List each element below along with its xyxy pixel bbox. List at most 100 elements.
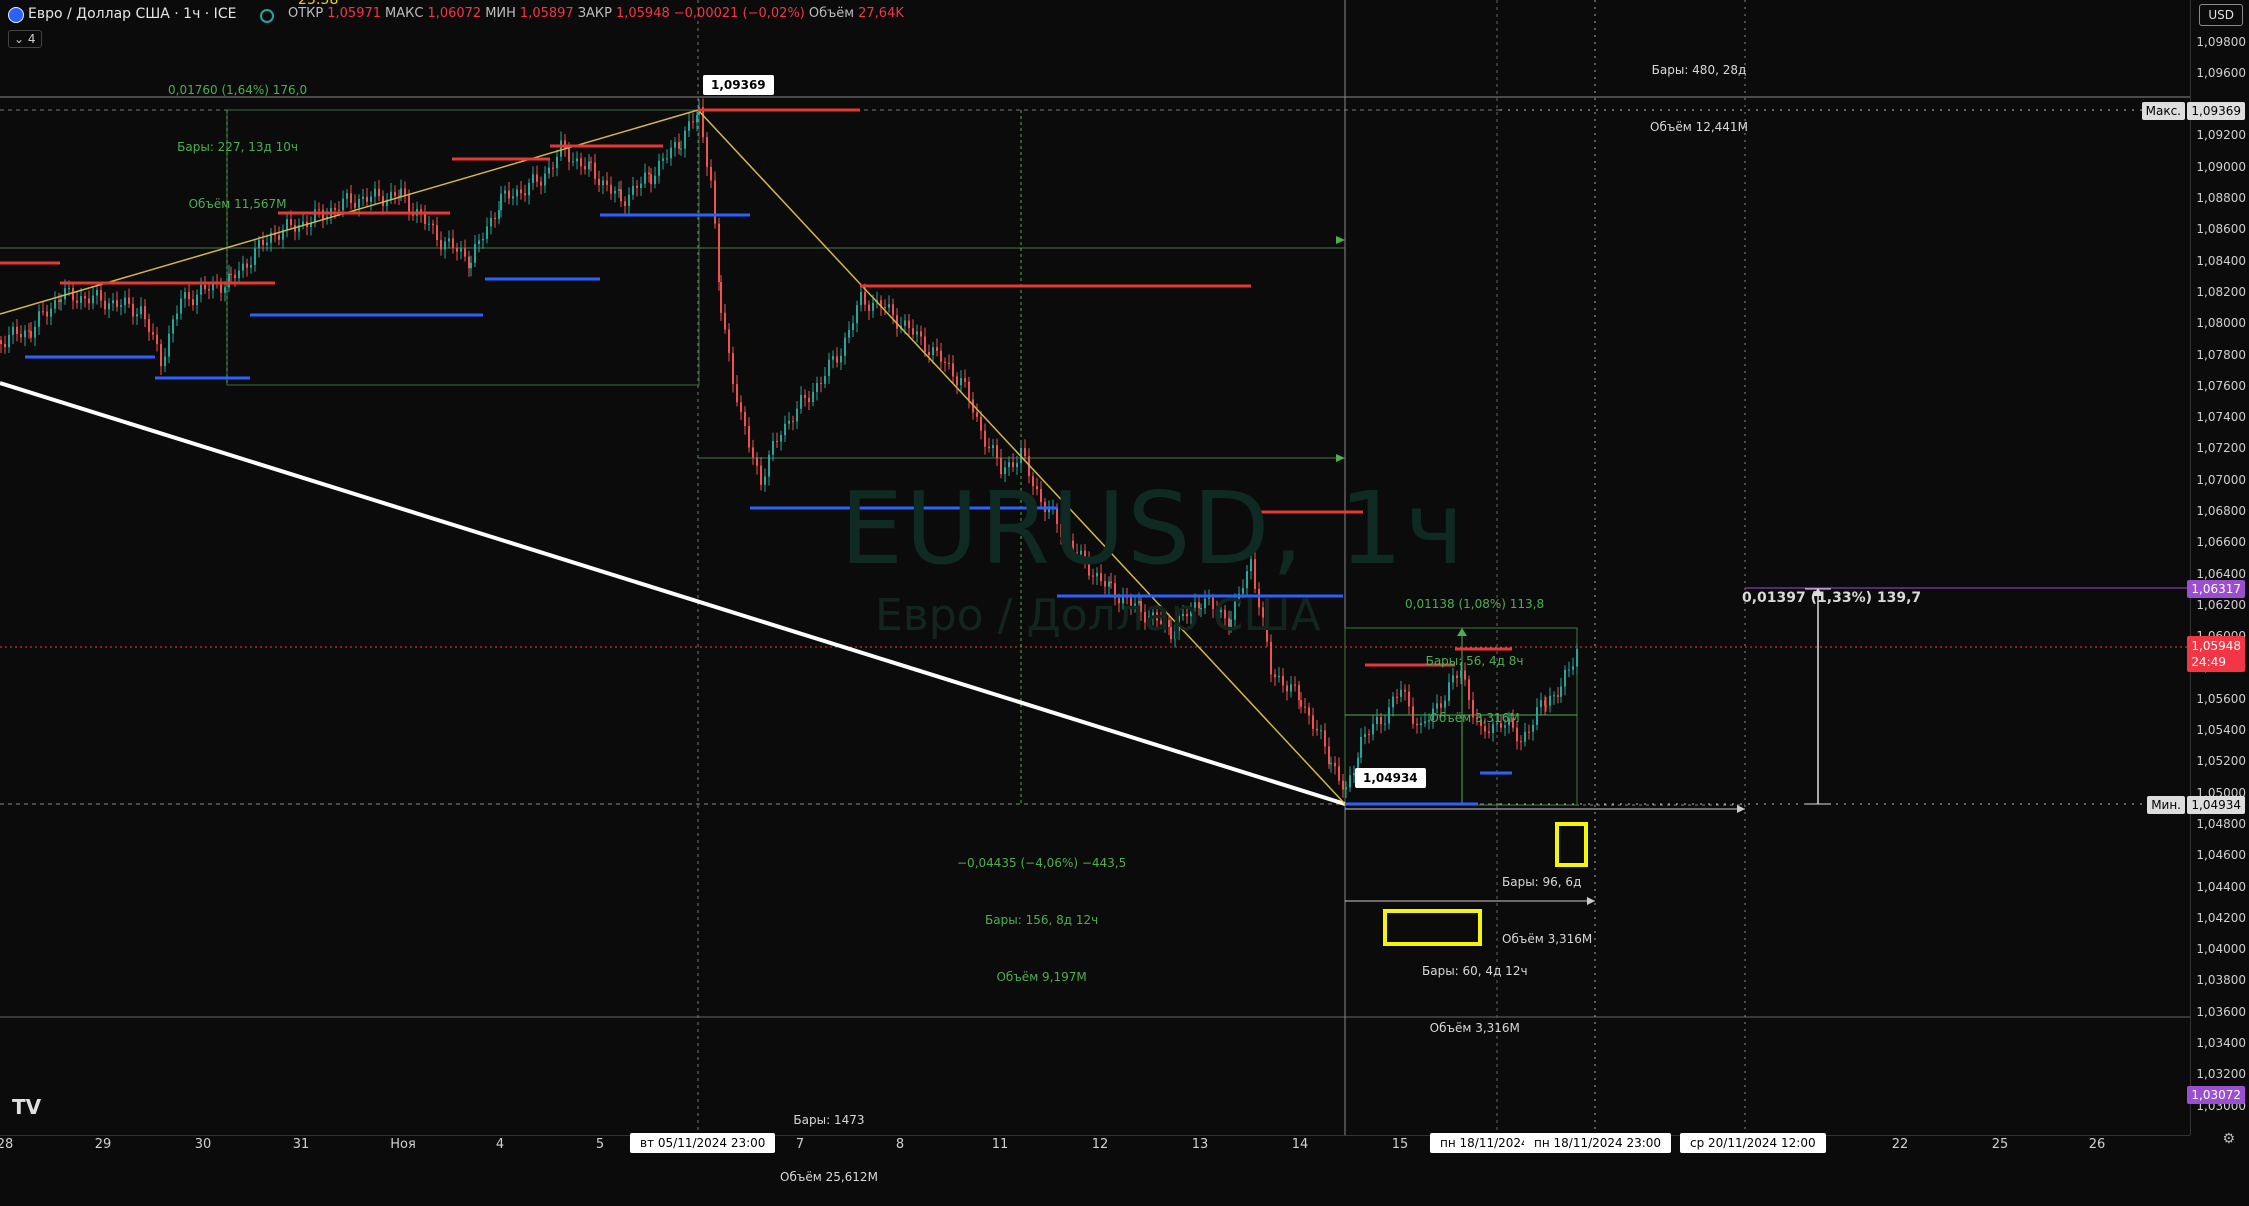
candle-body	[924, 336, 926, 352]
candle-body	[812, 391, 814, 402]
candle-body	[428, 223, 430, 225]
candle-body	[776, 440, 778, 442]
time-tick-label: 15	[1391, 1137, 1409, 1152]
candle-body	[640, 183, 642, 188]
price-tick-label: 1,04800	[2196, 816, 2246, 831]
candle-body	[968, 381, 970, 400]
candle-body	[804, 395, 806, 398]
candle-body	[764, 476, 766, 485]
candle-body	[258, 239, 260, 249]
min-price-tag: 1,04934	[2187, 796, 2245, 814]
candle-body	[594, 162, 596, 179]
candle-body	[116, 300, 118, 307]
candle-body	[1274, 674, 1276, 678]
candle-body	[532, 174, 534, 183]
candle-body	[590, 161, 592, 163]
candle-body	[242, 263, 244, 271]
low-point-label: 1,04934	[1355, 768, 1426, 788]
visibility-dot-icon[interactable]	[260, 9, 274, 23]
candle-body	[60, 299, 62, 302]
settings-gear-icon[interactable]: ⚙	[2222, 1131, 2235, 1147]
high-label: МАКС	[385, 6, 424, 21]
candle-body	[38, 311, 40, 327]
candle-body	[1016, 463, 1018, 468]
time-axis[interactable]: 28 29 30 31 Ноя 4 5 7 8 11 12 13 14 15 22 25 26	[0, 1135, 2190, 1154]
candle-body	[184, 292, 186, 299]
candle-body	[104, 300, 106, 310]
candle-body	[944, 361, 946, 363]
candle-body	[144, 306, 146, 320]
candle-body	[1557, 695, 1559, 697]
time-tick-label: 14	[1291, 1137, 1309, 1152]
candle-body	[920, 331, 922, 337]
candle-body	[820, 383, 822, 385]
measure-stats-4: 0,01138 (1,08%) 113,8 Бары: 56, 4д 8ч Об…	[1405, 557, 1544, 747]
price-tick-label: 1,06800	[2196, 504, 2246, 518]
price-tick-label: 1,08000	[2196, 316, 2246, 331]
candle-body	[772, 440, 774, 455]
candle-body	[432, 223, 434, 226]
current-price-value: 1,05948	[2191, 639, 2241, 653]
measure-6-line2: Объём 3,316M	[1429, 1021, 1520, 1035]
price-tick-label: 1,07200	[2196, 441, 2246, 456]
candle-body	[1396, 696, 1398, 698]
candle-body	[1308, 707, 1310, 716]
candle-body	[536, 174, 538, 182]
candle-body	[350, 193, 352, 203]
candle-body	[440, 239, 442, 250]
high-point-label: 1,09369	[703, 75, 774, 95]
collapse-indicators-button[interactable]: ⌄ 4	[8, 30, 42, 48]
measure-8-line1: Бары: 1473	[793, 1113, 865, 1127]
candle-body	[1300, 700, 1302, 707]
candle-body	[1564, 669, 1566, 687]
symbol-title[interactable]: Евро / Доллар США · 1ч · ICE	[28, 6, 236, 22]
candle-body	[262, 239, 264, 246]
candle-body	[674, 142, 676, 148]
candle-body	[932, 347, 934, 356]
candle-body	[228, 273, 230, 288]
candle-body	[230, 273, 232, 275]
candle-body	[1568, 669, 1570, 671]
candle-body	[524, 193, 526, 196]
candle-body	[512, 196, 514, 199]
candle-body	[120, 305, 122, 307]
candle-body	[1342, 780, 1344, 790]
candle-body	[688, 121, 690, 131]
candle-body	[710, 166, 712, 181]
candle-body	[156, 334, 158, 345]
candle-body	[956, 376, 958, 386]
time-tick-label: 11	[991, 1137, 1009, 1152]
candle-body	[436, 225, 438, 240]
measure-7-line1: 0,01397 (1,33%) 139,7	[1742, 590, 1922, 606]
candle-body	[176, 313, 178, 320]
measure-stats-1: 0,01760 (1,64%) 176,0 Бары: 227, 13д 10ч…	[168, 43, 307, 233]
tradingview-logo-icon[interactable]: TV	[12, 1095, 41, 1119]
candle-body	[714, 180, 716, 224]
candle-body	[836, 356, 838, 363]
watermark-name: Евро / Доллар США	[875, 590, 1321, 641]
candle-body	[28, 330, 30, 332]
candle-body	[572, 161, 574, 163]
candle-body	[808, 397, 810, 402]
candle-body	[468, 256, 470, 269]
price-tick-label: 1,04600	[2196, 848, 2246, 863]
price-tick-label: 1,05200	[2196, 754, 2246, 769]
candle-body	[180, 298, 182, 314]
price-tick-label: 1,08200	[2196, 284, 2246, 299]
candle-body	[172, 319, 174, 334]
price-axis[interactable]: 1,09800 1,09600 1,09200 1,09000 1,08800 1,086…	[2190, 0, 2249, 1135]
price-tick-label: 1,04400	[2196, 879, 2246, 894]
candle-body	[362, 196, 364, 199]
candle-body	[250, 264, 252, 268]
candle-body	[960, 378, 962, 386]
symbol-logo-icon[interactable]	[8, 7, 24, 23]
candle-body	[68, 288, 70, 290]
candle-body	[1576, 648, 1578, 667]
measure-3-line2: Бары: 156, 8д 12ч	[985, 913, 1099, 927]
candle-body	[318, 209, 320, 211]
candle-body	[12, 326, 14, 335]
candle-body	[1400, 689, 1402, 697]
candle-body	[1372, 723, 1374, 735]
candle-body	[424, 213, 426, 224]
candle-body	[54, 300, 56, 309]
